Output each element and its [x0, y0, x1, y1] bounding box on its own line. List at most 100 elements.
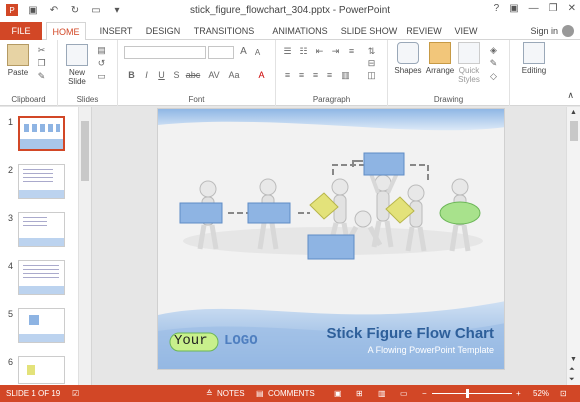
tab-review[interactable]: REVIEW: [405, 22, 443, 40]
scrollbar-thumb[interactable]: [81, 121, 89, 181]
comments-icon[interactable]: ▤: [256, 389, 264, 398]
align-text-icon[interactable]: ⊟: [366, 58, 377, 68]
font-color-icon[interactable]: A: [256, 70, 267, 80]
shrink-font-icon[interactable]: A: [252, 48, 263, 58]
next-slide-icon[interactable]: ⏷: [569, 376, 575, 384]
align-right-icon[interactable]: ≡: [310, 70, 321, 80]
shape-fill-icon[interactable]: ◈: [488, 45, 499, 55]
blue-box: [307, 234, 355, 260]
tab-file[interactable]: FILE: [0, 22, 42, 40]
binoculars-icon: [523, 42, 545, 64]
grow-font-icon[interactable]: A: [238, 47, 249, 57]
line-spacing-icon[interactable]: ≡: [346, 46, 357, 56]
shapes-button[interactable]: Shapes: [392, 42, 424, 75]
previous-slide-icon[interactable]: ⏶: [569, 366, 575, 374]
clipboard-group: Paste ✂ ❐ ✎ Clipboard: [0, 40, 58, 106]
thumb-number: 2: [8, 165, 14, 175]
close-icon[interactable]: ✕: [568, 3, 576, 14]
slide-title[interactable]: Stick Figure Flow Chart: [326, 325, 494, 342]
tab-transitions[interactable]: TRANSITIONS: [191, 22, 257, 40]
change-case-button[interactable]: Aa: [226, 70, 242, 80]
cut-icon[interactable]: ✂: [36, 45, 47, 55]
character-spacing-button[interactable]: AV: [206, 70, 222, 80]
align-center-icon[interactable]: ≡: [296, 70, 307, 80]
editing-button[interactable]: Editing: [514, 42, 554, 75]
shadow-button[interactable]: S: [171, 70, 182, 80]
zoom-in-icon[interactable]: +: [516, 389, 521, 398]
shapes-icon: [397, 42, 419, 64]
tab-view[interactable]: VIEW: [451, 22, 481, 40]
increase-indent-icon[interactable]: ⇥: [330, 46, 341, 56]
slide-thumbnail[interactable]: [18, 308, 65, 343]
tab-slide-show[interactable]: SLIDE SHOW: [339, 22, 399, 40]
thumb-number: 3: [8, 213, 14, 223]
decrease-indent-icon[interactable]: ⇤: [314, 46, 325, 56]
arrange-button[interactable]: Arrange: [424, 42, 456, 75]
zoom-slider[interactable]: [432, 389, 512, 398]
slide-subtitle[interactable]: A Flowing PowerPoint Template: [368, 345, 494, 355]
tab-insert[interactable]: INSERT: [98, 22, 134, 40]
justify-icon[interactable]: ≡: [324, 70, 335, 80]
shape-effects-icon[interactable]: ◇: [488, 71, 499, 81]
spell-check-icon[interactable]: ☑: [72, 389, 79, 398]
blue-board: [179, 202, 223, 224]
zoom-out-icon[interactable]: −: [422, 389, 427, 398]
font-size-combobox[interactable]: [208, 46, 234, 59]
slide-thumbnail[interactable]: [18, 356, 65, 384]
zoom-level[interactable]: 52%: [533, 389, 549, 398]
slide-thumbnail[interactable]: [18, 212, 65, 247]
shape-outline-icon[interactable]: ✎: [488, 58, 499, 68]
slide-show-icon[interactable]: ▭: [400, 389, 408, 398]
window-controls: ? ▣ — ❐ ✕: [494, 3, 576, 14]
comments-button[interactable]: COMMENTS: [268, 389, 315, 398]
normal-view-icon[interactable]: ▣: [334, 389, 342, 398]
fit-slide-icon[interactable]: ⊡: [560, 389, 567, 398]
slide-thumbnail[interactable]: [18, 116, 65, 151]
reading-view-icon[interactable]: ▥: [378, 389, 386, 398]
numbering-icon[interactable]: ☷: [298, 46, 309, 56]
tab-animations[interactable]: ANIMATIONS: [264, 22, 336, 40]
layout-icon[interactable]: ▤: [96, 45, 107, 55]
format-painter-icon[interactable]: ✎: [36, 71, 47, 81]
notes-icon[interactable]: ≙: [206, 389, 213, 398]
scrollbar-thumb[interactable]: [570, 121, 578, 141]
italic-button[interactable]: I: [141, 70, 152, 80]
logo-logo: LOGO: [224, 333, 258, 349]
slide-thumbnail[interactable]: [18, 164, 65, 199]
current-slide[interactable]: Your LOGO Stick Figure Flow Chart A Flow…: [157, 108, 505, 370]
notes-button[interactable]: NOTES: [217, 389, 245, 398]
scroll-up-icon[interactable]: ▲: [570, 109, 577, 116]
tab-design[interactable]: DESIGN: [143, 22, 183, 40]
restore-icon[interactable]: ❐: [549, 3, 558, 14]
slide-scrollbar[interactable]: ▲ ▼ ⏶ ⏷: [566, 107, 580, 385]
copy-icon[interactable]: ❐: [36, 58, 47, 68]
paste-button[interactable]: Paste: [4, 44, 32, 77]
minimize-icon[interactable]: —: [529, 3, 539, 14]
align-left-icon[interactable]: ≡: [282, 70, 293, 80]
smartart-icon[interactable]: ◫: [366, 70, 377, 80]
help-icon[interactable]: ?: [494, 3, 500, 14]
sign-in-link[interactable]: Sign in: [530, 22, 558, 40]
reset-icon[interactable]: ↺: [96, 58, 107, 68]
drawing-group: Shapes Arrange Quick Styles ◈ ✎ ◇ Drawin…: [388, 40, 510, 106]
zoom-slider-thumb[interactable]: [466, 389, 469, 398]
font-name-combobox[interactable]: [124, 46, 206, 59]
section-icon[interactable]: ▭: [96, 71, 107, 81]
new-slide-button[interactable]: New Slide: [62, 44, 92, 86]
underline-button[interactable]: U: [156, 70, 167, 80]
thumbnail-scrollbar[interactable]: [78, 107, 91, 385]
collapse-ribbon-icon[interactable]: ∧: [567, 90, 574, 101]
scroll-down-icon[interactable]: ▼: [570, 356, 577, 363]
columns-icon[interactable]: ▥: [340, 70, 351, 80]
slide-thumbnail[interactable]: [18, 260, 65, 295]
slide-sorter-icon[interactable]: ⊞: [356, 389, 363, 398]
font-group-label: Font: [188, 95, 205, 104]
strikethrough-button[interactable]: abc: [184, 70, 202, 80]
bullets-icon[interactable]: ☰: [282, 46, 293, 56]
ribbon-display-icon[interactable]: ▣: [509, 3, 518, 14]
text-direction-icon[interactable]: ⇅: [366, 46, 377, 56]
tab-home[interactable]: HOME: [46, 22, 86, 41]
quick-styles-button[interactable]: Quick Styles: [454, 42, 484, 84]
bold-button[interactable]: B: [126, 70, 137, 80]
user-icon[interactable]: [562, 25, 574, 37]
